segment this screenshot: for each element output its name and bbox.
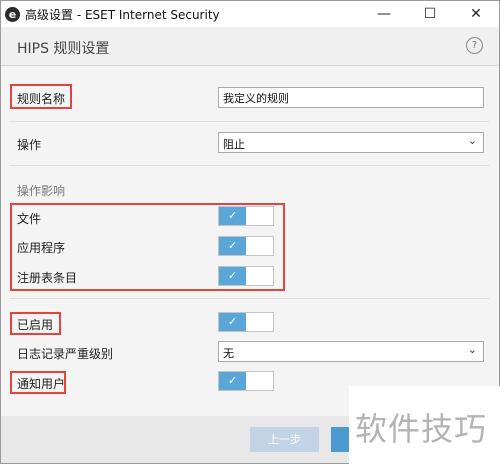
dialog-header: HIPS 规则设置 ? bbox=[1, 27, 499, 66]
watermark-text: 软件技巧 bbox=[355, 410, 488, 448]
watermark: 软件技巧 bbox=[349, 386, 500, 464]
rule-name-label: 规则名称 bbox=[17, 92, 66, 106]
chevron-down-icon: ⌄ bbox=[467, 134, 477, 147]
applications-toggle[interactable]: ✓ bbox=[218, 236, 274, 256]
enabled-label: 已启用 bbox=[17, 318, 54, 332]
maximize-button[interactable]: ☐ bbox=[407, 1, 453, 27]
notify-user-label: 通知用户 bbox=[17, 377, 66, 391]
previous-button[interactable]: 上一步 bbox=[250, 427, 319, 452]
minimize-button[interactable]: — bbox=[361, 1, 407, 27]
operation-affects-heading: 操作影响 bbox=[17, 184, 66, 198]
chevron-down-icon: ⌄ bbox=[467, 343, 477, 356]
divider bbox=[9, 121, 489, 122]
files-label: 文件 bbox=[17, 212, 42, 226]
registry-entries-toggle[interactable]: ✓ bbox=[218, 266, 274, 286]
divider bbox=[9, 298, 489, 299]
close-button[interactable]: ✕ bbox=[453, 1, 499, 27]
check-icon: ✓ bbox=[219, 237, 246, 255]
check-icon: ✓ bbox=[219, 372, 246, 390]
title-bar: e 高级设置 - ESET Internet Security — ☐ ✕ bbox=[1, 1, 499, 27]
log-severity-select[interactable]: 无 ⌄ bbox=[218, 341, 484, 362]
log-severity-value: 无 bbox=[223, 347, 234, 360]
window-title: 高级设置 - ESET Internet Security bbox=[25, 8, 220, 22]
check-icon: ✓ bbox=[219, 313, 246, 331]
rule-settings-form: 规则名称 操作 阻止 ⌄ 操作影响 文件 ✓ 应用程序 ✓ 注册表条目 ✓ 已启… bbox=[1, 66, 499, 416]
log-severity-label: 日志记录严重级别 bbox=[17, 347, 114, 361]
enabled-toggle[interactable]: ✓ bbox=[218, 312, 274, 332]
page-title: HIPS 规则设置 bbox=[17, 41, 110, 57]
action-select-value: 阻止 bbox=[223, 138, 245, 151]
divider bbox=[9, 165, 489, 166]
files-toggle[interactable]: ✓ bbox=[218, 206, 274, 226]
check-icon: ✓ bbox=[219, 207, 246, 225]
rule-name-input[interactable] bbox=[218, 87, 484, 108]
applications-label: 应用程序 bbox=[17, 241, 66, 255]
next-button[interactable] bbox=[331, 427, 351, 452]
registry-entries-label: 注册表条目 bbox=[17, 271, 78, 285]
action-select[interactable]: 阻止 ⌄ bbox=[218, 132, 484, 153]
notify-user-toggle[interactable]: ✓ bbox=[218, 371, 274, 391]
check-icon: ✓ bbox=[219, 267, 246, 285]
eset-logo-icon: e bbox=[5, 7, 20, 22]
help-icon[interactable]: ? bbox=[466, 37, 483, 54]
action-label: 操作 bbox=[17, 138, 42, 152]
